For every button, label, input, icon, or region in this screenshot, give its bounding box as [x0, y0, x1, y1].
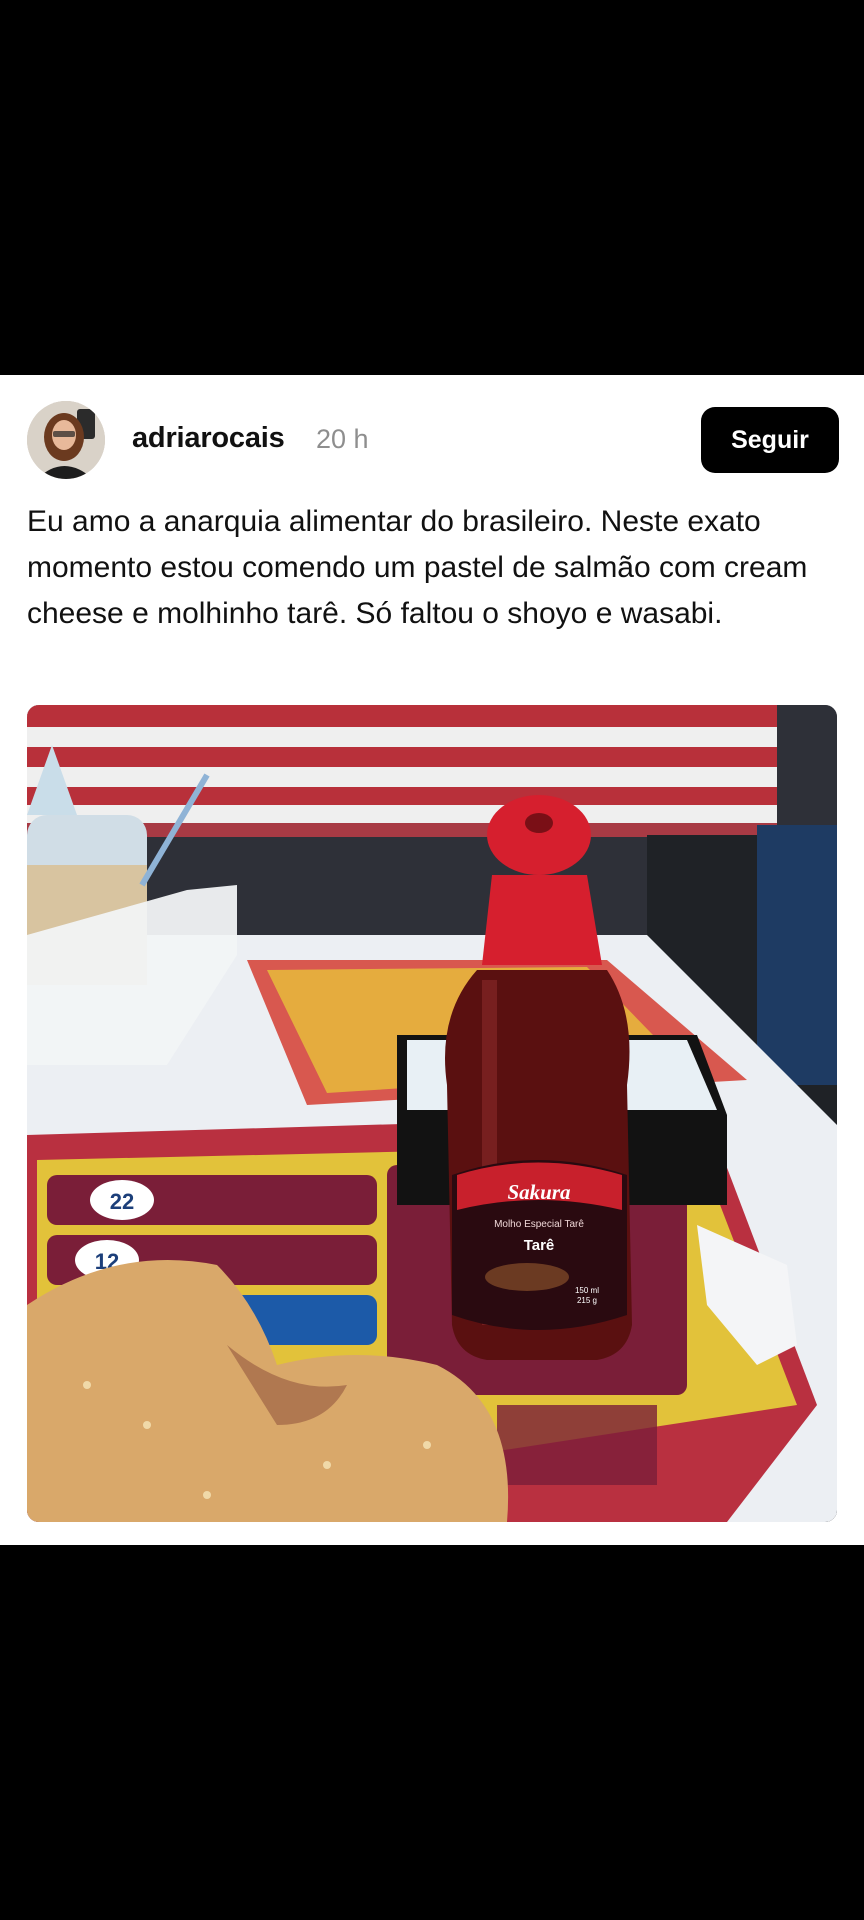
bottle-subtitle: Molho Especial Tarê: [494, 1219, 584, 1230]
bottle-volume: 150 ml: [575, 1286, 599, 1295]
avatar[interactable]: [27, 401, 105, 479]
striped-awning: [27, 705, 777, 837]
avatar-image: [27, 401, 105, 479]
bottle-product: Tarê: [524, 1237, 555, 1254]
post-text: Eu amo a anarquia alimentar do brasileir…: [27, 505, 808, 630]
follow-button[interactable]: Seguir: [701, 407, 839, 473]
post-time: 20 h: [316, 424, 369, 454]
food-photo: 22 12 12: [27, 705, 837, 1522]
menu-price-1: 22: [110, 1189, 134, 1214]
post-header: adriarocais 20 h Seguir: [0, 375, 864, 495]
bottle-brand: Sakura: [507, 1180, 570, 1204]
bottle-weight: 215 g: [577, 1296, 597, 1305]
username[interactable]: adriarocais: [132, 422, 285, 455]
post-card: adriarocais 20 h Seguir Eu amo a anarqui…: [0, 375, 864, 1545]
post-photo[interactable]: 22 12 12: [27, 705, 837, 1522]
